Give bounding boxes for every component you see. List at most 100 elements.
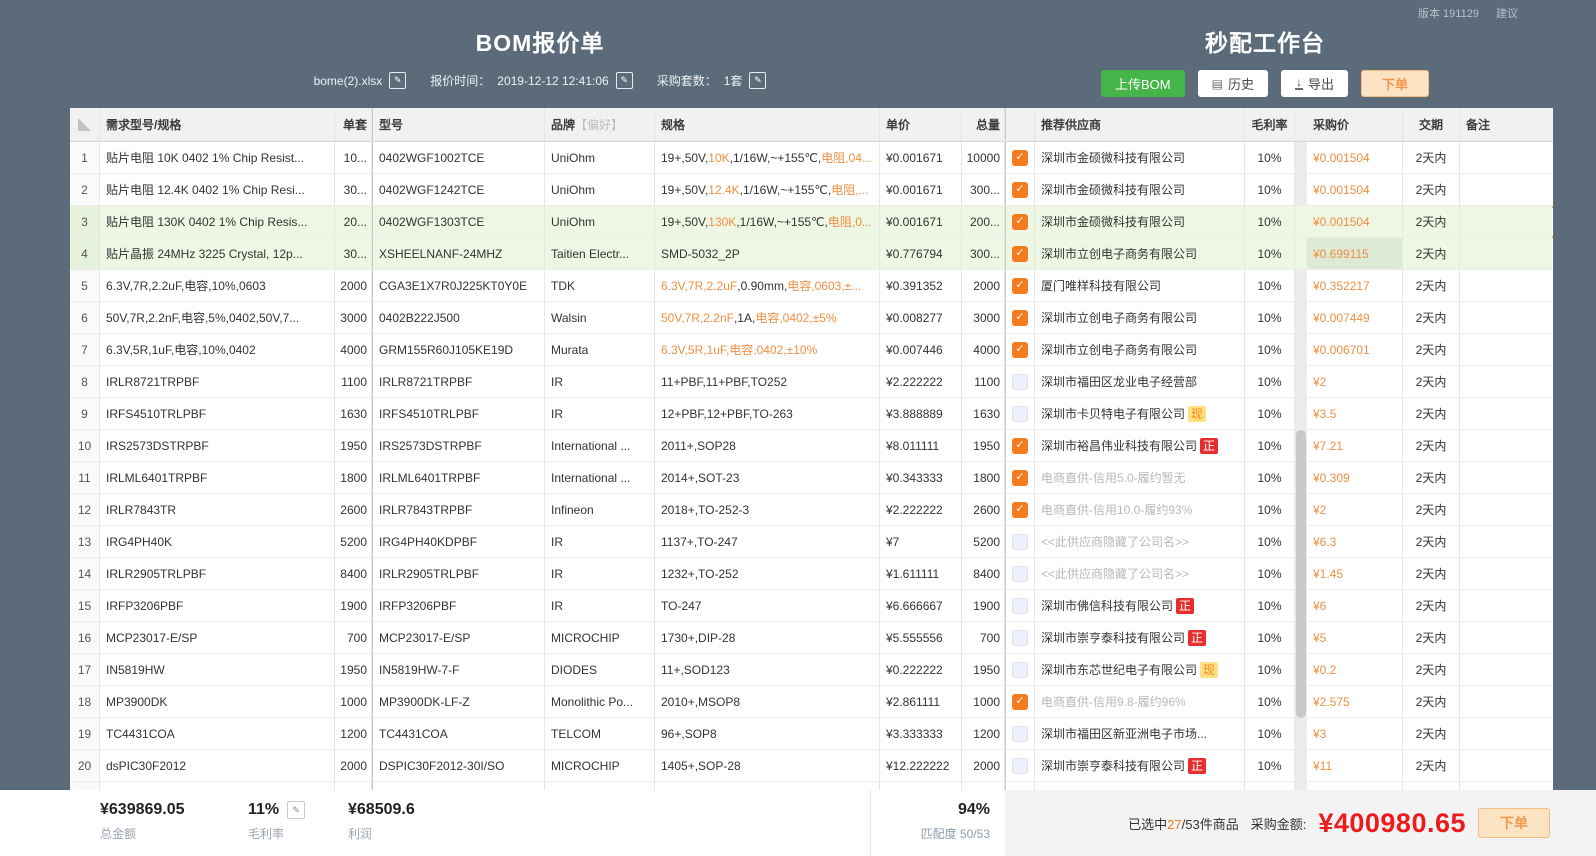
cell-brand: MICROCHIP	[545, 622, 655, 654]
cell-supplier[interactable]: 电商直供-信用5.0-履约暂无	[1035, 462, 1245, 494]
cell-supplier[interactable]: 电商直供-信用10.0-履约93%	[1035, 494, 1245, 526]
cell-unit-price: ¥0.001671	[880, 174, 962, 206]
cell-supplier[interactable]: 深圳市佛信科技有限公司正	[1035, 590, 1245, 622]
cell-remark	[1460, 206, 1552, 238]
cell-purchase-price[interactable]: ¥0.001504	[1307, 142, 1403, 174]
cell-matched-model: DSPIC30F2012-30I/SO	[372, 750, 545, 782]
row-checkbox[interactable]: ✓	[1012, 213, 1028, 230]
cell-supplier[interactable]: 深圳市卡贝特电子有限公司现	[1035, 398, 1245, 430]
cell-demand-model: dsPIC30F2012	[100, 750, 335, 782]
vertical-scrollbar-thumb[interactable]	[1296, 430, 1306, 718]
edit-sets-icon[interactable]: ✎	[749, 72, 767, 89]
edit-time-icon[interactable]: ✎	[615, 72, 633, 89]
cell-supplier[interactable]: 深圳市金硕微科技有限公司	[1035, 174, 1245, 206]
cell-supplier[interactable]: 深圳市裕昌伟业科技有限公司正	[1035, 430, 1245, 462]
cell-supplier[interactable]: 电商直供-信用9.8-履约96%	[1035, 686, 1245, 718]
cell-purchase-price[interactable]: ¥0.001504	[1307, 174, 1403, 206]
cell-purchase-price[interactable]: ¥0.001504	[1307, 206, 1403, 238]
cell-supplier[interactable]: <<此供应商隐藏了公司名>>	[1035, 526, 1245, 558]
edit-margin-icon[interactable]: ✎	[287, 801, 306, 819]
cell-supplier[interactable]: 深圳市崇亨泰科技有限公司正	[1035, 622, 1245, 654]
row-checkbox[interactable]: ✓	[1012, 277, 1028, 294]
cell-purchase-price[interactable]: ¥3	[1307, 718, 1403, 750]
cell-delivery: 2天内	[1403, 750, 1460, 782]
cell-supplier[interactable]: 深圳市金硕微科技有限公司	[1035, 142, 1245, 174]
cell-purchase-price[interactable]: ¥6	[1307, 590, 1403, 622]
row-checkbox[interactable]: ✓	[1012, 501, 1028, 518]
row-checkbox[interactable]: ✓	[1012, 693, 1028, 710]
cell-margin: 10%	[1245, 238, 1295, 270]
cell-purchase-price[interactable]: ¥5	[1307, 622, 1403, 654]
cell-unit-price: ¥6.666667	[880, 590, 962, 622]
spec-segment: ,1/16W,~+155℃,	[736, 214, 828, 229]
cell-supplier[interactable]: 深圳市立创电子商务有限公司	[1035, 334, 1245, 366]
cell-purchase-price[interactable]: ¥0.006701	[1307, 334, 1403, 366]
history-button[interactable]: ▤ 历史	[1197, 70, 1268, 97]
row-checkbox[interactable]: ✓	[1012, 469, 1028, 486]
cell-matched-model: IRG4PH40KDPBF	[372, 526, 545, 558]
row-checkbox[interactable]	[1012, 373, 1028, 390]
row-checkbox[interactable]	[1012, 565, 1028, 582]
row-checkbox[interactable]: ✓	[1012, 181, 1028, 198]
cell-supplier[interactable]: 厦门唯样科技有限公司	[1035, 270, 1245, 302]
row-checkbox[interactable]	[1012, 597, 1028, 614]
row-checkbox[interactable]	[1012, 661, 1028, 678]
suggestion-link[interactable]: 建议	[1496, 8, 1518, 20]
supplier-name: 深圳市佛信科技有限公司	[1041, 599, 1174, 613]
cell-supplier[interactable]: 深圳市金硕微科技有限公司	[1035, 206, 1245, 238]
cell-supplier[interactable]: 深圳市崇亨泰科技有限公司正	[1035, 750, 1245, 782]
row-checkbox[interactable]: ✓	[1012, 309, 1028, 326]
row-checkbox[interactable]	[1012, 725, 1028, 742]
row-checkbox[interactable]: ✓	[1012, 341, 1028, 358]
export-button[interactable]: ↓ 导出	[1280, 70, 1348, 97]
history-label: 历史	[1227, 77, 1254, 92]
supplier-name: 电商直供-信用10.0-履约93%	[1041, 503, 1193, 517]
table-row: 6 50V,7R,2.2nF,电容,5%,0402,50V,7... 3000 040…	[70, 302, 1553, 334]
cell-brand: Monolithic Po...	[545, 686, 655, 718]
cell-supplier[interactable]: 深圳市福田区新亚洲电子市场...	[1035, 718, 1245, 750]
cell-supplier[interactable]: 深圳市立创电子商务有限公司	[1035, 302, 1245, 334]
cell-purchase-price[interactable]: ¥2	[1307, 366, 1403, 398]
cell-purchase-price[interactable]: ¥6.3	[1307, 526, 1403, 558]
row-checkbox[interactable]	[1012, 405, 1028, 422]
cell-matched-model: IRFS4510TRLPBF	[372, 398, 545, 430]
row-checkbox[interactable]	[1012, 629, 1028, 646]
cell-purchase-price[interactable]: ¥0.309	[1307, 462, 1403, 494]
edit-file-icon[interactable]: ✎	[389, 72, 407, 89]
row-checkbox[interactable]: ✓	[1012, 437, 1028, 454]
profit-block: ¥68509.6 利润	[348, 801, 415, 842]
cell-supplier[interactable]: 深圳市福田区龙业电子经营部	[1035, 366, 1245, 398]
cell-supplier[interactable]: 深圳市东芯世纪电子有限公司现	[1035, 654, 1245, 686]
order-button-bottom[interactable]: 下单	[1478, 808, 1550, 838]
cell-purchase-price[interactable]: ¥0.352217	[1307, 270, 1403, 302]
cell-purchase-price[interactable]: ¥0.2	[1307, 654, 1403, 686]
cell-purchase-price[interactable]: ¥11	[1307, 750, 1403, 782]
cell-purchase-price[interactable]: ¥1.45	[1307, 558, 1403, 590]
cell-purchase-price[interactable]: ¥2	[1307, 494, 1403, 526]
order-button-top[interactable]: 下单	[1361, 70, 1429, 97]
cell-margin: 10%	[1245, 142, 1295, 174]
cell-purchase-price[interactable]: ¥0.699115	[1307, 238, 1403, 270]
row-checkbox[interactable]: ✓	[1012, 149, 1028, 166]
spec-segment: 1405+,SOP-28	[661, 758, 741, 773]
cell-purchase-price[interactable]: ¥3.5	[1307, 398, 1403, 430]
cell-demand-model: IRLR7843TR	[100, 494, 335, 526]
spec-segment: 11+PBF,11+PBF,TO252	[661, 374, 788, 389]
cell-purchase-price[interactable]: ¥0.007449	[1307, 302, 1403, 334]
cell-purchase-price[interactable]: ¥7.21	[1307, 430, 1403, 462]
row-checkbox[interactable]	[1012, 757, 1028, 774]
row-checkbox[interactable]: ✓	[1012, 245, 1028, 262]
cell-margin: 10%	[1245, 718, 1295, 750]
table-row: 3 贴片电阻 130K 0402 1% Chip Resis... 20... 040…	[70, 206, 1553, 238]
cell-supplier[interactable]: 深圳市立创电子商务有限公司	[1035, 238, 1245, 270]
supplier-name: 电商直供-信用5.0-履约暂无	[1041, 471, 1186, 485]
cell-supplier[interactable]: <<此供应商隐藏了公司名>>	[1035, 558, 1245, 590]
row-checkbox[interactable]	[1012, 533, 1028, 550]
cell-checkbox	[1005, 654, 1035, 686]
cell-remark	[1460, 174, 1552, 206]
select-all-corner[interactable]	[70, 108, 100, 141]
table-row: 2 贴片电阻 12.4K 0402 1% Chip Resi... 30... 040…	[70, 174, 1553, 206]
cell-row-number: 14	[70, 558, 100, 590]
upload-bom-button[interactable]: 上传BOM	[1101, 70, 1185, 97]
cell-purchase-price[interactable]: ¥2.575	[1307, 686, 1403, 718]
